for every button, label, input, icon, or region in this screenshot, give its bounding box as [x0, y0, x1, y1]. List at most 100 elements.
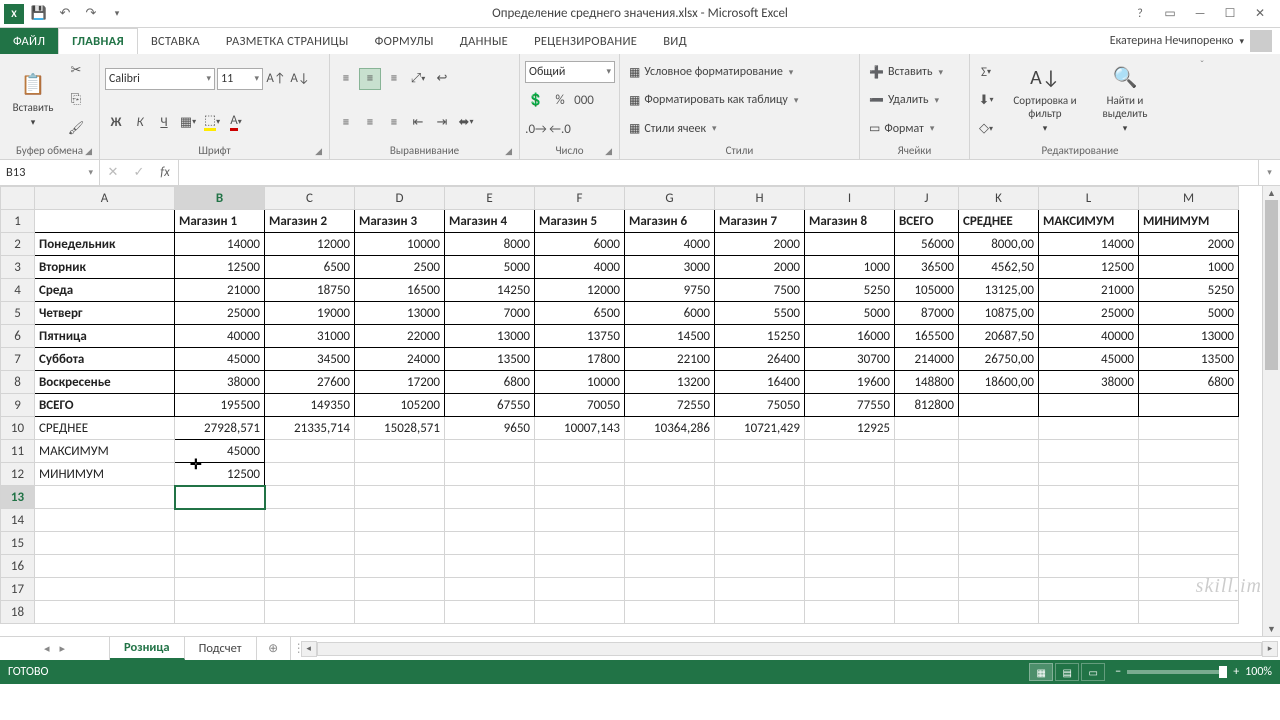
data-cell[interactable]: 1000: [1139, 256, 1239, 279]
empty-cell[interactable]: [895, 578, 959, 601]
wrap-text-icon[interactable]: ↩: [431, 68, 453, 90]
data-cell[interactable]: 105200: [355, 394, 445, 417]
align-left-icon[interactable]: ≡: [335, 111, 357, 133]
row-header[interactable]: 2: [1, 233, 35, 256]
data-cell[interactable]: 21000: [175, 279, 265, 302]
orientation-icon[interactable]: ⤢▾: [407, 68, 429, 90]
empty-cell[interactable]: [895, 486, 959, 509]
zoom-in-icon[interactable]: +: [1233, 665, 1239, 679]
empty-cell[interactable]: [35, 486, 175, 509]
row-label[interactable]: Среда: [35, 279, 175, 302]
zoom-slider[interactable]: [1127, 670, 1227, 674]
data-cell[interactable]: 12500: [175, 463, 265, 486]
select-all[interactable]: [1, 187, 35, 210]
empty-cell[interactable]: [175, 555, 265, 578]
data-cell[interactable]: 13000: [445, 325, 535, 348]
empty-cell[interactable]: [535, 578, 625, 601]
conditional-formatting-button[interactable]: ▦ Условное форматирование▾: [625, 61, 802, 83]
row-label[interactable]: ВСЕГО: [35, 394, 175, 417]
empty-cell[interactable]: [1139, 509, 1239, 532]
row-header[interactable]: 18: [1, 601, 35, 624]
redo-icon[interactable]: ↷: [80, 3, 102, 25]
scroll-down-icon[interactable]: ▼: [1263, 622, 1280, 636]
row-header[interactable]: 1: [1, 210, 35, 233]
data-cell[interactable]: 195500: [175, 394, 265, 417]
insert-function-icon[interactable]: fx: [152, 165, 178, 180]
data-cell[interactable]: 149350: [265, 394, 355, 417]
page-layout-view-icon[interactable]: ▤: [1055, 663, 1079, 681]
expand-formula-bar-icon[interactable]: ▾: [1258, 160, 1280, 185]
data-cell[interactable]: 5000: [445, 256, 535, 279]
data-cell[interactable]: [535, 463, 625, 486]
data-cell[interactable]: [1039, 394, 1139, 417]
fill-icon[interactable]: ⬇▾: [975, 89, 997, 111]
row-header[interactable]: 14: [1, 509, 35, 532]
row-header[interactable]: 6: [1, 325, 35, 348]
row-header[interactable]: 5: [1, 302, 35, 325]
empty-cell[interactable]: [805, 532, 895, 555]
data-cell[interactable]: 105000: [895, 279, 959, 302]
number-format-combo[interactable]: Общий▾: [525, 61, 615, 83]
data-cell[interactable]: [1039, 440, 1139, 463]
empty-cell[interactable]: [1039, 601, 1139, 624]
data-cell[interactable]: 6000: [625, 302, 715, 325]
data-cell[interactable]: 10000: [535, 371, 625, 394]
maximize-icon[interactable]: ☐: [1216, 3, 1244, 25]
data-cell[interactable]: 17200: [355, 371, 445, 394]
data-cell[interactable]: 16400: [715, 371, 805, 394]
col-header-G[interactable]: G: [625, 187, 715, 210]
empty-cell[interactable]: [805, 509, 895, 532]
data-cell[interactable]: [1139, 394, 1239, 417]
data-cell[interactable]: [805, 463, 895, 486]
decrease-decimal-icon[interactable]: ←.0: [549, 119, 571, 141]
col-header-M[interactable]: M: [1139, 187, 1239, 210]
empty-cell[interactable]: [355, 578, 445, 601]
insert-cells-button[interactable]: ➕ Вставить▾: [865, 61, 947, 83]
data-cell[interactable]: 87000: [895, 302, 959, 325]
header-cell[interactable]: Магазин 2: [265, 210, 355, 233]
sheet-nav[interactable]: ◂▸: [0, 637, 110, 660]
data-cell[interactable]: 13000: [355, 302, 445, 325]
grow-font-icon[interactable]: A↑: [265, 68, 287, 90]
tab-data[interactable]: ДАННЫЕ: [447, 28, 521, 54]
italic-button[interactable]: К: [129, 111, 151, 133]
cancel-icon[interactable]: ✕: [100, 165, 126, 180]
data-cell[interactable]: 19000: [265, 302, 355, 325]
format-painter-icon[interactable]: 🖌: [65, 118, 87, 140]
data-cell[interactable]: 8000,00: [959, 233, 1039, 256]
data-cell[interactable]: [625, 440, 715, 463]
empty-cell[interactable]: [805, 486, 895, 509]
empty-cell[interactable]: [959, 486, 1039, 509]
data-cell[interactable]: 15250: [715, 325, 805, 348]
undo-icon[interactable]: ↶: [54, 3, 76, 25]
sort-filter-button[interactable]: А↓Сортировка и фильтр▾: [1005, 57, 1085, 142]
data-cell[interactable]: 4000: [535, 256, 625, 279]
data-cell[interactable]: 10364,286: [625, 417, 715, 440]
empty-cell[interactable]: [715, 555, 805, 578]
empty-cell[interactable]: [805, 555, 895, 578]
empty-cell[interactable]: [265, 509, 355, 532]
data-cell[interactable]: 14000: [1039, 233, 1139, 256]
data-cell[interactable]: [265, 463, 355, 486]
row-header[interactable]: 11: [1, 440, 35, 463]
data-cell[interactable]: 13500: [445, 348, 535, 371]
row-label[interactable]: Вторник: [35, 256, 175, 279]
empty-cell[interactable]: [535, 509, 625, 532]
empty-cell[interactable]: [1039, 555, 1139, 578]
empty-cell[interactable]: [625, 555, 715, 578]
data-cell[interactable]: 21335,714: [265, 417, 355, 440]
data-cell[interactable]: 20687,50: [959, 325, 1039, 348]
data-cell[interactable]: [895, 417, 959, 440]
col-header-L[interactable]: L: [1039, 187, 1139, 210]
data-cell[interactable]: 30700: [805, 348, 895, 371]
align-top-icon[interactable]: ≡: [335, 68, 357, 90]
data-cell[interactable]: [535, 440, 625, 463]
empty-cell[interactable]: [445, 601, 535, 624]
row-header[interactable]: 15: [1, 532, 35, 555]
data-cell[interactable]: 2000: [715, 233, 805, 256]
empty-cell[interactable]: [175, 578, 265, 601]
decrease-indent-icon[interactable]: ⇤: [407, 111, 429, 133]
data-cell[interactable]: 70050: [535, 394, 625, 417]
data-cell[interactable]: [805, 440, 895, 463]
data-cell[interactable]: 12500: [1039, 256, 1139, 279]
